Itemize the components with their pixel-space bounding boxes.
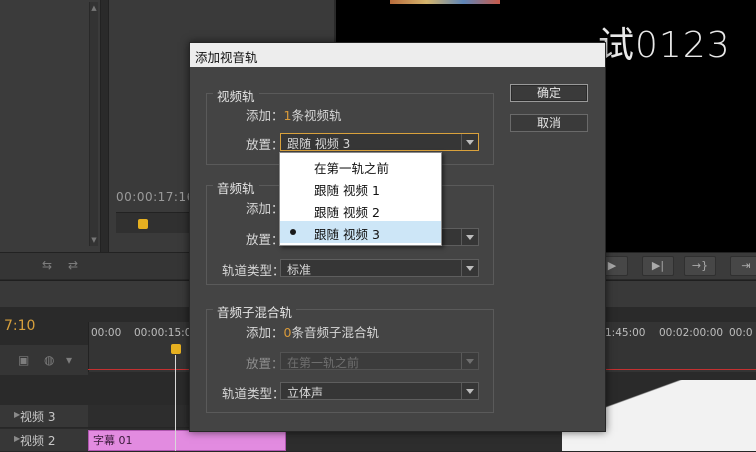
ruler-tick-label: 00:02:00:00 [659,327,724,339]
dropdown-value: 标准 [287,263,312,277]
scroll-down-icon[interactable]: ▼ [90,236,98,244]
place-label: 放置： [246,356,284,371]
watermark-text: 试0123 [598,25,731,66]
track-header-video-3[interactable]: ▶ 视频 3 [0,405,88,428]
option-label: 跟随 视频 2 [314,205,380,220]
timeline-timecode: 7:10 [4,318,36,334]
submix-track-type-dropdown[interactable]: 立体声 [280,382,479,400]
video-add-row: 添加：1条视频轨 [246,105,341,124]
export-frame-button[interactable]: ⇥ [730,256,756,276]
dropdown-option[interactable]: 在第一轨之前 [280,155,441,177]
option-label: 跟随 视频 1 [314,183,380,198]
playhead-line [175,355,176,451]
chevron-down-icon[interactable] [461,260,478,276]
timeline-playhead-icon[interactable] [171,344,181,354]
chevron-down-icon[interactable] [461,229,478,245]
source-timecode: 00:00:17:16 [116,190,195,204]
track-type-label: 轨道类型： [222,386,285,401]
video-add-suffix: 条视频轨 [291,108,342,123]
project-panel: ▲ ▼ [0,0,101,252]
group-title: 音频轨 [213,178,259,197]
timeline-tools: ▣ ◍ ▾ [0,345,88,375]
group-title: 音频子混合轨 [213,302,297,321]
snap-icon[interactable]: ▣ [18,353,29,367]
confirm-button[interactable]: 确定 [510,84,588,102]
track-type-label: 轨道类型： [222,263,285,278]
add-label: 添加： [246,108,284,123]
cancel-button[interactable]: 取消 [510,114,588,132]
step-forward-button[interactable]: ▶| [642,256,674,276]
dropdown-value: 跟随 视频 3 [287,137,351,151]
scroll-up-icon[interactable]: ▲ [90,4,98,12]
go-to-out-button[interactable]: →} [684,256,716,276]
dropdown-value: 在第一轨之前 [287,356,360,370]
dropdown-option-selected[interactable]: 跟随 视频 3 [280,221,441,243]
track-header-video-2[interactable]: ▶ 视频 2 [0,429,88,452]
selected-bullet-icon [290,229,296,235]
marker-icon[interactable]: ◍ [44,353,54,367]
program-thumbnail [390,0,500,4]
track-label: 视频 2 [20,434,56,448]
overlay-icon[interactable]: ⇄ [68,258,78,272]
timeline-clip[interactable]: 字幕 01 [88,430,286,451]
place-label: 放置： [246,232,284,247]
audio-add-label: 添加： [246,201,284,216]
option-label: 在第一轨之前 [314,161,390,176]
source-playhead-icon[interactable] [138,219,148,229]
ruler-tick-label: 00:00 [91,327,122,339]
source-ruler[interactable] [116,212,196,233]
option-label: 跟随 视频 3 [314,227,380,242]
chevron-down-icon[interactable] [461,383,478,399]
dropdown-value: 立体声 [287,386,324,400]
submix-add-row: 添加：0条音频子混合轨 [246,322,379,341]
ruler-tick-label: 00:0 [729,327,753,339]
group-title: 视频轨 [213,86,259,105]
dialog-titlebar[interactable]: 添加视音轨 [190,43,605,67]
chevron-down-icon [461,353,478,369]
track-label: 视频 3 [20,410,56,424]
dropdown-option[interactable]: 跟随 视频 1 [280,177,441,199]
submix-place-dropdown[interactable]: 在第一轨之前 [280,352,479,370]
place-dropdown-list: 在第一轨之前 跟随 视频 1 跟随 视频 2 跟随 视频 3 [279,152,442,246]
dialog-title: 添加视音轨 [195,50,258,65]
chevron-down-icon[interactable] [461,134,478,150]
audio-track-type-dropdown[interactable]: 标准 [280,259,479,277]
set-marker-icon[interactable]: ▾ [66,353,72,367]
add-label: 添加： [246,325,284,340]
ruler-tick-label: 1:45:00 [605,327,646,339]
insert-icon[interactable]: ⇆ [42,258,52,272]
place-label: 放置： [246,137,284,152]
submix-add-suffix: 条音频子混合轨 [291,325,379,340]
dropdown-option[interactable]: 跟随 视频 2 [280,199,441,221]
video-place-dropdown[interactable]: 跟随 视频 3 [280,133,479,151]
panel-scrollbar[interactable] [89,2,98,246]
